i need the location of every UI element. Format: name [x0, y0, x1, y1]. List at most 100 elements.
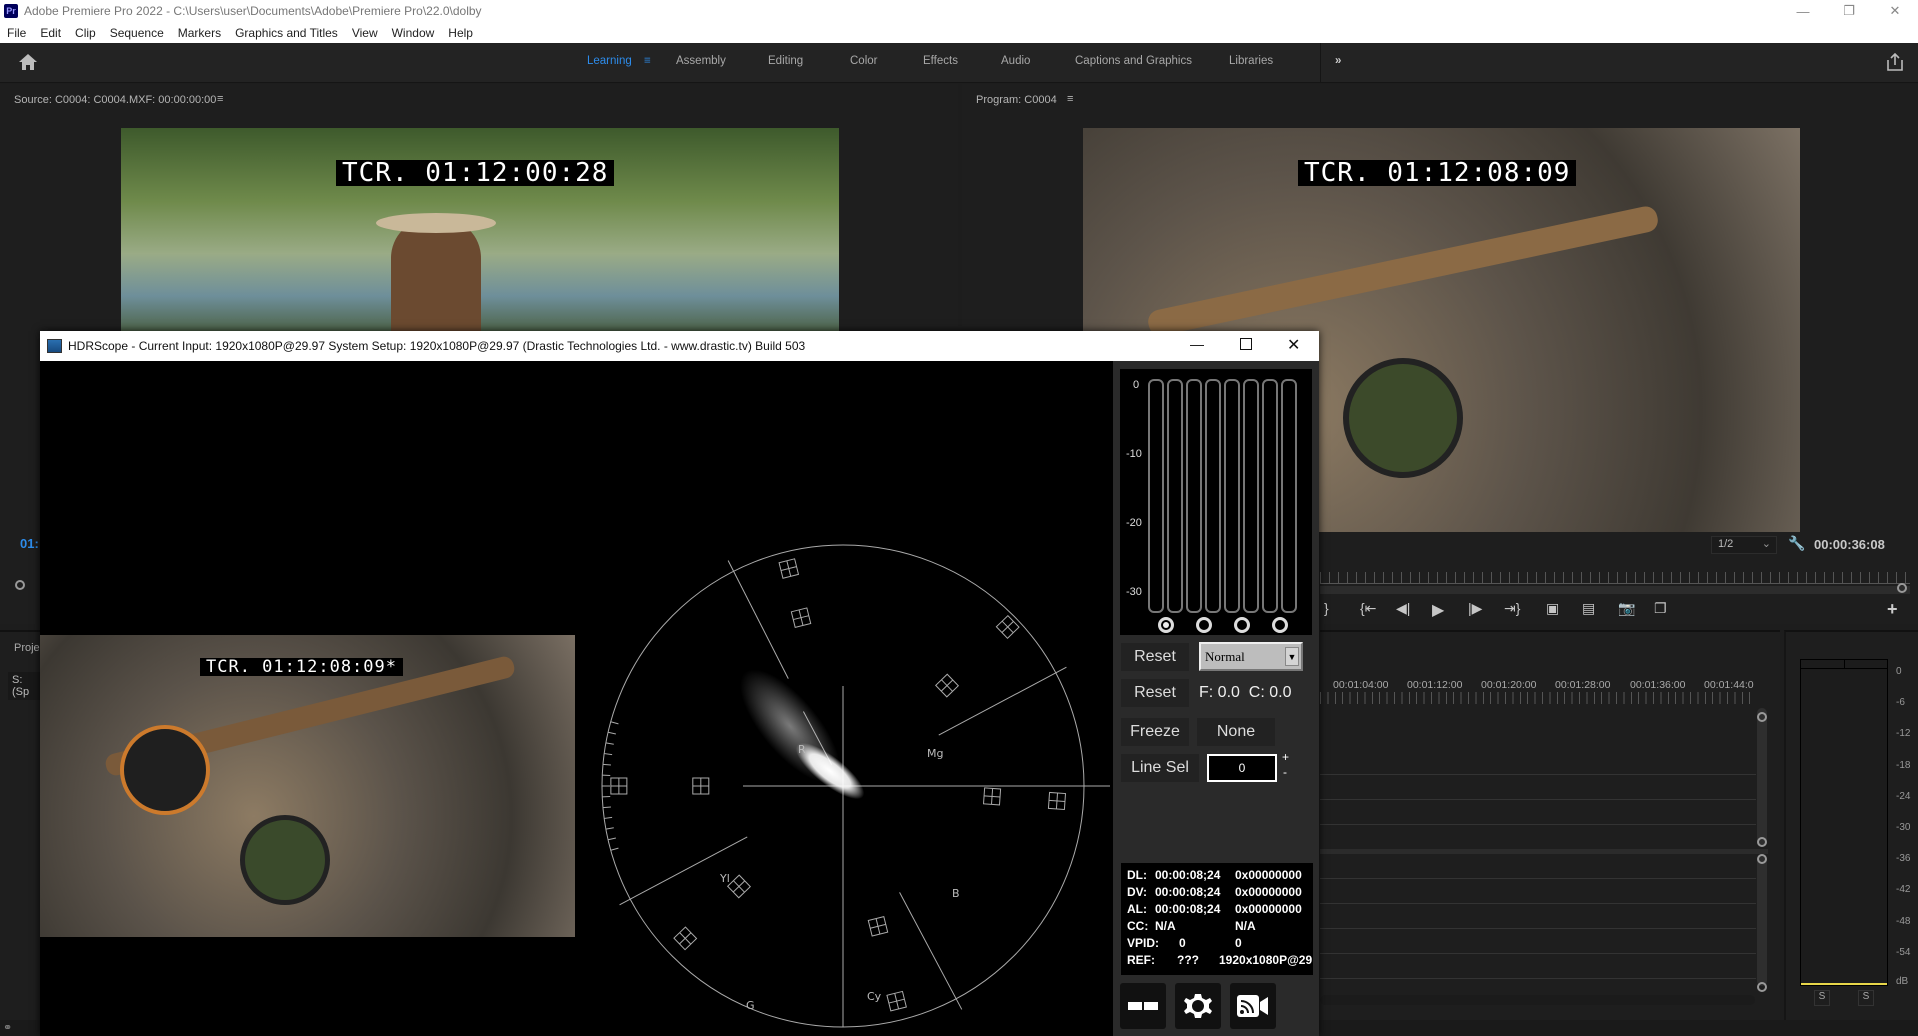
- mode-select[interactable]: Normal ▼: [1199, 642, 1303, 671]
- zoom-level-select[interactable]: 1/2 ⌄: [1711, 536, 1777, 554]
- meter-channel-radio[interactable]: [1272, 617, 1288, 633]
- step-back-button[interactable]: ◀|: [1396, 600, 1432, 620]
- close-button[interactable]: ✕: [1872, 0, 1918, 22]
- meter-channel-radio[interactable]: [1158, 617, 1174, 633]
- timeline-ruler-ticks[interactable]: [1320, 692, 1756, 704]
- creative-cloud-icon[interactable]: ⚭: [3, 1021, 12, 1034]
- settings-button[interactable]: [1175, 983, 1221, 1029]
- line-decrement-button[interactable]: -: [1283, 765, 1287, 779]
- tab-learning[interactable]: Learning: [587, 55, 632, 67]
- scroll-handle-top[interactable]: [1757, 854, 1767, 864]
- freeze-button[interactable]: Freeze: [1121, 718, 1189, 746]
- source-video-frame: TCR. 01:12:00:28: [121, 128, 839, 338]
- program-end-handle[interactable]: [1897, 583, 1907, 593]
- wrench-settings-icon[interactable]: 🔧: [1788, 535, 1805, 552]
- menu-graphics-titles[interactable]: Graphics and Titles: [228, 26, 345, 40]
- menu-help[interactable]: Help: [441, 26, 480, 40]
- scroll-handle-bottom[interactable]: [1757, 837, 1767, 847]
- export-frame-camera-icon[interactable]: 📷: [1618, 600, 1654, 620]
- vectorscope-label-g: G: [746, 999, 755, 1012]
- video-track-scrollbar[interactable]: [1757, 708, 1767, 846]
- readout-value: 0x00000000: [1235, 885, 1302, 899]
- menu-edit[interactable]: Edit: [33, 26, 68, 40]
- menu-file[interactable]: File: [0, 26, 33, 40]
- timeline-horizontal-scrollbar[interactable]: [1320, 995, 1755, 1005]
- hdrscope-control-panel: 0 -10 -20 -30 Reset Normal ▼ Reset F: 0.…: [1113, 361, 1319, 1036]
- workspace-overflow-button[interactable]: »: [1335, 55, 1341, 67]
- tab-color[interactable]: Color: [850, 55, 877, 67]
- restore-button[interactable]: ❐: [1826, 0, 1872, 22]
- tab-audio[interactable]: Audio: [1001, 55, 1030, 67]
- go-to-in-button[interactable]: {⇤: [1360, 600, 1396, 620]
- minimize-button[interactable]: —: [1780, 0, 1826, 22]
- zoom-level-value: 1/2: [1718, 538, 1734, 550]
- learning-menu-icon[interactable]: ≡: [644, 55, 651, 67]
- compare-view-button[interactable]: ❐: [1654, 600, 1690, 620]
- program-time-ruler[interactable]: [1320, 572, 1910, 584]
- menu-sequence[interactable]: Sequence: [103, 26, 171, 40]
- menu-clip[interactable]: Clip: [68, 26, 103, 40]
- tab-editing[interactable]: Editing: [768, 55, 803, 67]
- share-button[interactable]: [1887, 52, 1903, 76]
- reset-button[interactable]: Reset: [1121, 643, 1189, 671]
- readout-value: N/A: [1235, 919, 1256, 933]
- step-forward-button[interactable]: |▶: [1468, 600, 1504, 620]
- line-select-button[interactable]: Line Sel: [1121, 754, 1199, 782]
- project-search[interactable]: S: (Sp: [8, 672, 40, 700]
- ruler-label: 00:01:12:00: [1407, 679, 1463, 691]
- home-button[interactable]: [18, 53, 38, 73]
- line-increment-button[interactable]: +: [1282, 750, 1289, 764]
- menu-window[interactable]: Window: [385, 26, 442, 40]
- readout-value: 1920x1080P@29: [1219, 953, 1313, 967]
- line-number-input[interactable]: 0: [1207, 754, 1277, 782]
- scroll-handle-top[interactable]: [1757, 712, 1767, 722]
- hdr-close-button[interactable]: ✕: [1287, 335, 1300, 355]
- db-label: -12: [1896, 728, 1911, 739]
- vectorscope-reference-line: [727, 560, 789, 679]
- reset-fc-button[interactable]: Reset: [1121, 679, 1189, 707]
- premiere-logo-icon: Pr: [4, 4, 18, 18]
- readout-value: 0x00000000: [1235, 868, 1302, 882]
- vectorscope-tick: [607, 837, 616, 841]
- readout-value: ???: [1177, 953, 1199, 967]
- extract-button[interactable]: ▤: [1582, 600, 1618, 620]
- go-to-out-button[interactable]: ⇥}: [1504, 600, 1546, 620]
- project-panel-title: Proje: [14, 642, 40, 654]
- solo-right-button[interactable]: S: [1858, 990, 1874, 1006]
- layout-button[interactable]: [1120, 983, 1166, 1029]
- vectorscope-tick: [604, 816, 613, 819]
- source-playhead-handle[interactable]: [15, 580, 25, 590]
- tab-libraries[interactable]: Libraries: [1229, 55, 1273, 67]
- program-panel-menu-icon[interactable]: ≡: [1067, 93, 1073, 105]
- meter-channel-radio[interactable]: [1196, 617, 1212, 633]
- play-button[interactable]: ▶: [1432, 600, 1468, 620]
- hdr-minimize-button[interactable]: —: [1190, 336, 1204, 352]
- channel-meter-bar: [1281, 379, 1297, 613]
- vectorscope-label-mg: Mg: [927, 747, 943, 760]
- readout-value: 00:00:08;24: [1155, 902, 1221, 916]
- readout-label: CC:: [1127, 919, 1149, 933]
- tab-captions-graphics[interactable]: Captions and Graphics: [1075, 55, 1192, 67]
- lift-button[interactable]: ▣: [1546, 600, 1582, 620]
- tab-effects[interactable]: Effects: [923, 55, 958, 67]
- source-panel-menu-icon[interactable]: ≡: [217, 93, 223, 105]
- solo-left-button[interactable]: S: [1814, 990, 1830, 1006]
- meter-channel-radio[interactable]: [1234, 617, 1250, 633]
- hdr-maximize-button[interactable]: [1240, 338, 1252, 350]
- menu-view[interactable]: View: [345, 26, 385, 40]
- menu-markers[interactable]: Markers: [171, 26, 228, 40]
- ruler-label: 00:01:04:00: [1333, 679, 1389, 691]
- vectorscope-tick: [602, 763, 611, 766]
- mark-out-button[interactable]: }: [1324, 600, 1360, 620]
- readout-label: VPID:: [1127, 936, 1160, 950]
- tab-assembly[interactable]: Assembly: [676, 55, 726, 67]
- scroll-handle-bottom[interactable]: [1757, 982, 1767, 992]
- none-button[interactable]: None: [1197, 718, 1275, 746]
- db-label: -42: [1896, 884, 1911, 895]
- audio-track-scrollbar[interactable]: [1757, 856, 1767, 986]
- readout-value: N/A: [1155, 919, 1176, 933]
- stream-camera-button[interactable]: [1230, 983, 1276, 1029]
- audio-meter-panel: 0 -6 -12 -18 -24 -30 -36 -42 -48 -54 dB …: [1784, 630, 1918, 1020]
- program-scrub-bar[interactable]: [1320, 586, 1910, 594]
- add-button-plus-icon[interactable]: +: [1887, 599, 1898, 620]
